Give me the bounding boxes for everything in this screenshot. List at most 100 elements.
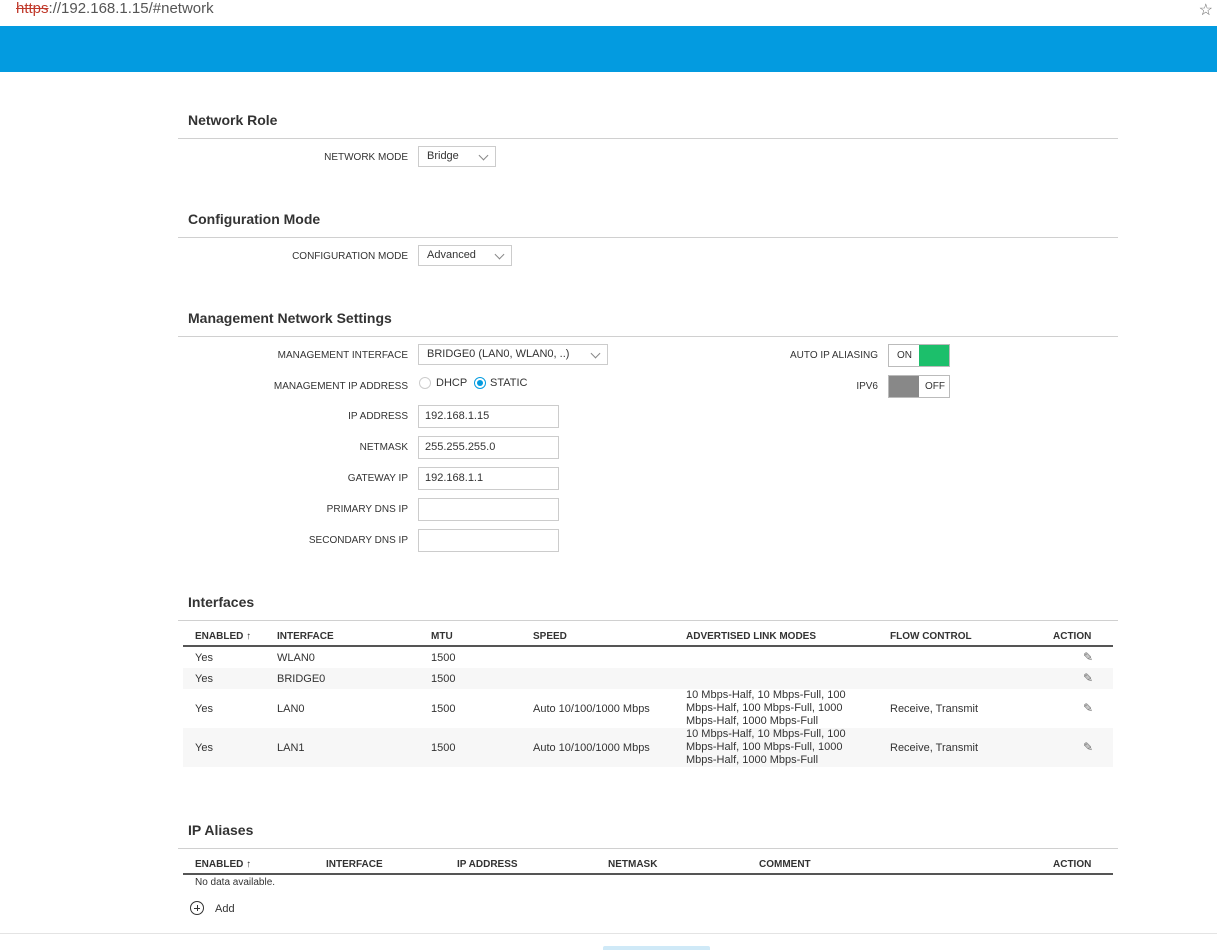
col-header-mtu[interactable]: MTU [431,631,453,642]
section-title-interfaces: Interfaces [188,594,255,610]
cell-advertised-link-modes: 10 Mbps-Half, 10 Mbps-Full, 100 Mbps-Hal… [686,728,846,767]
sort-up-arrow-icon: ↑ [246,631,252,642]
ip-address-label: IP ADDRESS [348,411,408,422]
section-title-management: Management Network Settings [188,310,392,326]
section-title-ip-aliases: IP Aliases [188,822,254,838]
link-modes-line: 10 Mbps-Half, 10 Mbps-Full, 100 [686,689,846,701]
alias-col-header-enabled[interactable]: ENABLED ↑ [195,859,251,870]
col-header-speed[interactable]: SPEED [533,631,567,642]
alias-col-header-comment[interactable]: COMMENT [759,859,811,870]
table-row[interactable]: Yes WLAN0 1500 ✎ [183,647,1113,668]
configuration-mode-value: Advanced [427,249,476,261]
link-modes-line: Mbps-Half, 1000 Mbps-Full [686,715,819,727]
cell-mtu: 1500 [431,652,456,664]
sort-up-arrow-icon: ↑ [246,859,252,870]
cell-enabled: Yes [195,652,213,664]
footer-divider [0,933,1217,934]
network-mode-value: Bridge [427,150,459,162]
toggle-knob-off [889,376,919,397]
cell-speed: Auto 10/100/1000 Mbps [533,742,650,754]
divider [178,138,1118,139]
col-header-advertised-link-modes[interactable]: ADVERTISED LINK MODES [686,631,816,642]
alias-col-header-enabled-text: ENABLED [195,859,244,870]
cell-flow-control: Receive, Transmit [890,703,979,715]
configuration-mode-select[interactable]: Advanced [418,245,512,266]
link-modes-line: Mbps-Half, 100 Mbps-Full, 1000 [686,741,843,753]
network-mode-label: NETWORK MODE [324,152,408,163]
chevron-down-icon [494,249,505,260]
netmask-label: NETMASK [359,442,408,453]
table-row[interactable]: Yes LAN0 1500 Auto 10/100/1000 Mbps 10 M… [183,689,1113,728]
alias-col-header-interface[interactable]: INTERFACE [326,859,383,870]
alias-col-header-netmask[interactable]: NETMASK [608,859,657,870]
auto-ip-aliasing-state: ON [897,350,912,361]
save-button-partial[interactable] [603,946,710,950]
static-radio[interactable] [474,377,486,389]
cell-mtu: 1500 [431,673,456,685]
col-header-enabled[interactable]: ENABLED ↑ [195,631,251,642]
add-label: Add [215,903,235,915]
ipv6-toggle[interactable]: OFF [888,375,950,398]
col-header-flow-control[interactable]: FLOW CONTROL [890,631,972,642]
col-header-action: ACTION [1053,631,1092,642]
bookmark-star-icon[interactable]: ☆ [1199,0,1213,20]
col-header-enabled-text: ENABLED [195,631,244,642]
cell-interface: WLAN0 [277,652,315,664]
gateway-input[interactable]: 192.168.1.1 [418,467,559,490]
edit-pencil-icon[interactable]: ✎ [1083,701,1093,715]
dhcp-radio[interactable] [419,377,431,389]
secondary-dns-label: SECONDARY DNS IP [308,535,408,546]
cell-mtu: 1500 [431,703,456,715]
divider [178,237,1118,238]
table-row[interactable]: Yes BRIDGE0 1500 ✎ [183,668,1113,689]
link-modes-line: 10 Mbps-Half, 10 Mbps-Full, 100 [686,728,846,740]
url-path: ://192.168.1.15/#network [48,0,214,17]
browser-url-bar[interactable]: https://192.168.1.15/#network ☆ [0,0,1217,27]
dhcp-label[interactable]: DHCP [436,377,467,389]
edit-pencil-icon[interactable]: ✎ [1083,740,1093,754]
management-interface-label: MANAGEMENT INTERFACE [277,350,408,361]
auto-ip-aliasing-label: AUTO IP ALIASING [790,350,878,361]
table-row[interactable]: Yes LAN1 1500 Auto 10/100/1000 Mbps 10 M… [183,728,1113,767]
toggle-knob-on [919,345,949,366]
link-modes-line: Mbps-Half, 100 Mbps-Full, 1000 [686,702,843,714]
primary-dns-label: PRIMARY DNS IP [326,504,408,515]
url-protocol: https [16,0,49,17]
chevron-down-icon [478,150,489,161]
management-interface-select[interactable]: BRIDGE0 (LAN0, WLAN0, ..) [418,344,608,365]
chevron-down-icon [590,348,601,359]
plus-circle-icon [190,901,204,915]
alias-col-header-ip-address[interactable]: IP ADDRESS [457,859,518,870]
cell-interface: LAN0 [277,703,305,715]
auto-ip-aliasing-toggle[interactable]: ON [888,344,950,367]
col-header-interface[interactable]: INTERFACE [277,631,334,642]
table-header-underline [183,873,1113,875]
management-interface-value: BRIDGE0 (LAN0, WLAN0, ..) [427,348,570,360]
divider [178,336,1118,337]
gateway-label: GATEWAY IP [347,473,408,484]
cell-mtu: 1500 [431,742,456,754]
static-label[interactable]: STATIC [490,377,527,389]
netmask-input[interactable]: 255.255.255.0 [418,436,559,459]
edit-pencil-icon[interactable]: ✎ [1083,671,1093,685]
cell-interface: BRIDGE0 [277,673,326,685]
secondary-dns-input[interactable] [418,529,559,552]
cell-enabled: Yes [195,673,213,685]
ipv6-state: OFF [925,381,945,392]
section-title-configuration-mode: Configuration Mode [188,211,321,227]
header-banner [0,26,1217,72]
primary-dns-input[interactable] [418,498,559,521]
alias-col-header-action: ACTION [1053,859,1092,870]
network-mode-select[interactable]: Bridge [418,146,496,167]
url-text[interactable]: https://192.168.1.15/#network [16,0,214,17]
no-data-text: No data available. [195,877,276,888]
ipv6-label: IPV6 [856,381,878,392]
divider [178,848,1118,849]
link-modes-line: Mbps-Half, 1000 Mbps-Full [686,754,819,766]
edit-pencil-icon[interactable]: ✎ [1083,650,1093,664]
cell-interface: LAN1 [277,742,305,754]
cell-speed: Auto 10/100/1000 Mbps [533,703,650,715]
ip-address-input[interactable]: 192.168.1.15 [418,405,559,428]
configuration-mode-label: CONFIGURATION MODE [292,251,408,262]
cell-enabled: Yes [195,703,213,715]
